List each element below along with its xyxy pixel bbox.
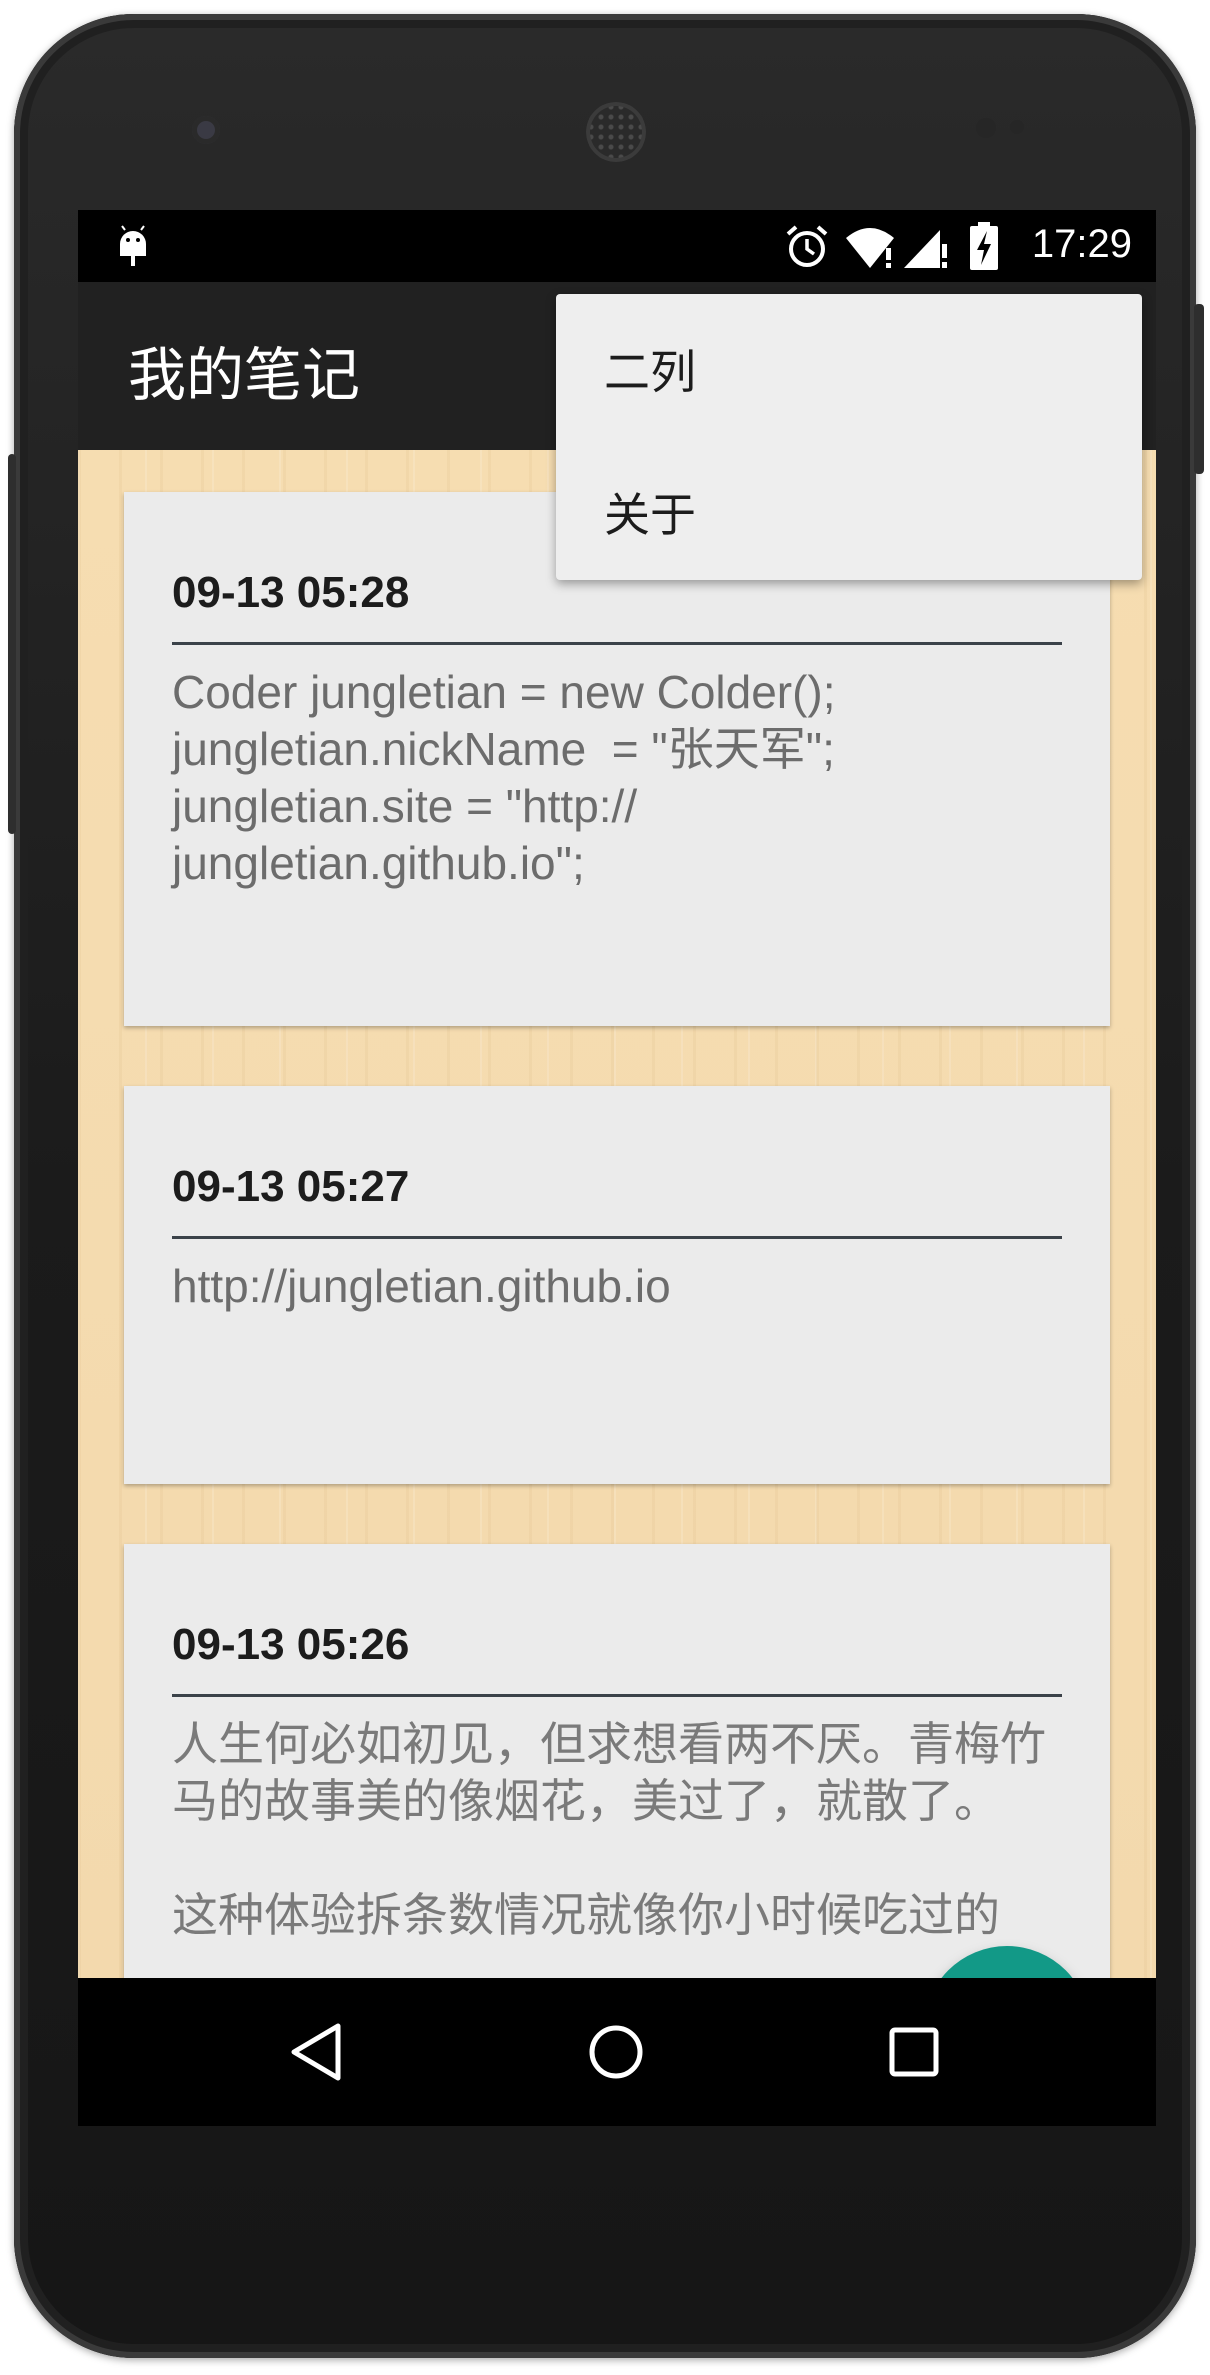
note-divider xyxy=(172,1694,1062,1697)
note-date: 09-13 05:26 xyxy=(172,1620,410,1669)
note-card[interactable]: 09-13 05:26 人生何必如初见，但求想看两不厌。青梅竹马的故事美的像烟花… xyxy=(124,1544,1110,1978)
menu-item-two-columns[interactable]: 二列 xyxy=(556,294,1142,437)
proximity-sensor xyxy=(976,118,996,138)
menu-item-label: 关于 xyxy=(604,488,696,542)
overflow-menu: 二列 关于 xyxy=(556,294,1142,580)
note-date: 09-13 05:27 xyxy=(172,1162,410,1211)
alarm-icon xyxy=(784,224,830,274)
notes-list[interactable]: 09-13 05:28 Coder jungletian = new Colde… xyxy=(78,450,1156,1978)
home-button[interactable] xyxy=(536,1978,696,2126)
menu-item-about[interactable]: 关于 xyxy=(556,437,1142,580)
volume-button xyxy=(1194,304,1204,474)
android-debug-icon xyxy=(116,224,150,272)
home-icon xyxy=(589,2025,643,2079)
note-body: Coder jungletian = new Colder(); junglet… xyxy=(172,666,836,889)
note-body: 人生何必如初见，但求想看两不厌。青梅竹马的故事美的像烟花，美过了，就散了。 这种… xyxy=(172,1718,1046,1941)
phone-frame: 17:29 我的笔记 09-13 05:28 Coder jungletian … xyxy=(8,14,1204,2358)
recents-button[interactable] xyxy=(834,1978,994,2126)
note-card[interactable]: 09-13 05:27 http://jungletian.github.io xyxy=(124,1086,1110,1484)
back-button[interactable] xyxy=(236,1978,396,2126)
app-title: 我的笔记 xyxy=(128,341,361,409)
status-time: 17:29 xyxy=(1031,222,1132,266)
note-divider xyxy=(172,642,1062,645)
power-button xyxy=(8,454,16,834)
earpiece-speaker xyxy=(586,102,646,162)
battery-charging-icon xyxy=(970,222,998,274)
signal-icon xyxy=(904,226,948,272)
note-divider xyxy=(172,1236,1062,1239)
front-camera xyxy=(192,116,220,144)
note-body: http://jungletian.github.io xyxy=(172,1260,671,1312)
note-date: 09-13 05:28 xyxy=(172,568,410,617)
status-bar: 17:29 xyxy=(78,210,1156,282)
screen: 17:29 我的笔记 09-13 05:28 Coder jungletian … xyxy=(78,210,1156,2126)
light-sensor xyxy=(1010,120,1024,134)
wifi-icon xyxy=(846,226,898,272)
recents-icon xyxy=(889,2027,939,2077)
back-icon xyxy=(291,2023,341,2081)
navigation-bar xyxy=(78,1978,1156,2126)
menu-item-label: 二列 xyxy=(604,345,696,399)
